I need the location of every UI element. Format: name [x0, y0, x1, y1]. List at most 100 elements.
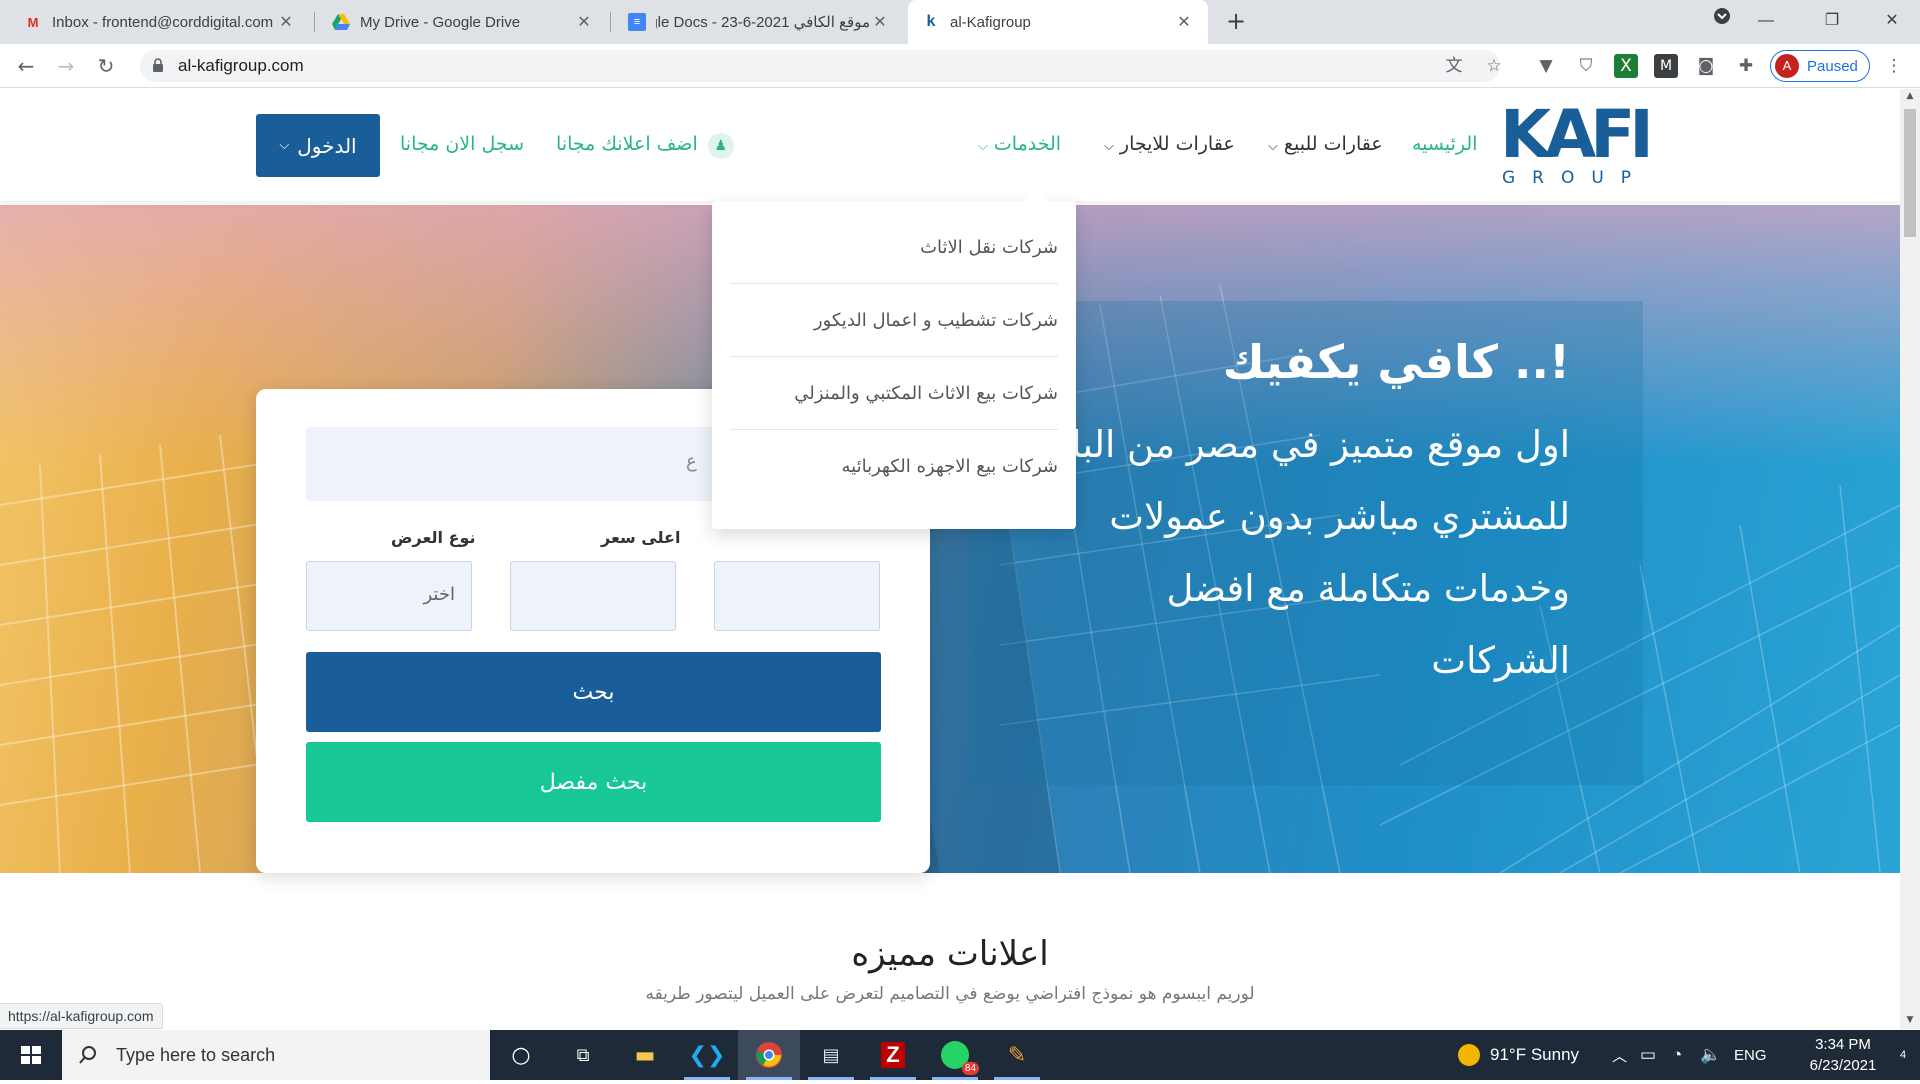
chrome-logo — [756, 1042, 782, 1068]
bookmark-star-icon[interactable]: ☆ — [1482, 54, 1506, 78]
nav-home[interactable]: الرئيسيه — [1412, 133, 1477, 155]
paint-icon[interactable]: ✎ — [986, 1030, 1048, 1080]
profile-button[interactable]: A Paused — [1770, 50, 1870, 82]
advanced-search-button[interactable]: بحث مفصل — [306, 742, 881, 822]
extension-m-icon[interactable]: M — [1654, 54, 1678, 78]
close-icon[interactable]: ✕ — [870, 12, 890, 32]
drive-icon — [332, 13, 350, 31]
start-button[interactable] — [0, 1030, 62, 1080]
minimize-button[interactable]: — — [1742, 6, 1790, 36]
nav-sale[interactable]: ⌵ عقارات للبيع — [1262, 133, 1383, 155]
add-user-icon: ♟ — [707, 133, 734, 159]
tab-gmail[interactable]: M Inbox - frontend@corddigital.com ✕ — [10, 0, 310, 44]
services-menu-item[interactable]: شركات نقل الاثاث — [730, 211, 1058, 284]
nav-register[interactable]: سجل الان مجانا — [400, 133, 524, 155]
menu-item-label: شركات نقل الاثاث — [920, 237, 1058, 258]
nav-rent[interactable]: ⌵ عقارات للايجار — [1098, 133, 1235, 155]
nav-sale-label: عقارات للبيع — [1283, 133, 1383, 155]
vscode-icon[interactable]: ❮❯ — [676, 1030, 738, 1080]
nav-rent-label: عقارات للايجار — [1119, 133, 1235, 155]
status-url: https://al-kafigroup.com — [8, 1008, 154, 1024]
language-indicator[interactable]: ENG — [1734, 1030, 1767, 1080]
featured-subtitle: لوريم ايبسوم هو نموذج افتراضي يوضع في ال… — [645, 984, 1255, 1004]
offer-type-select[interactable]: اختر — [306, 561, 472, 631]
min-price-input[interactable] — [714, 561, 880, 631]
restore-button[interactable]: ❐ — [1808, 6, 1856, 36]
app-window-icon[interactable]: ▤ — [800, 1030, 862, 1080]
menu-item-label: شركات بيع الاجهزه الكهربائيه — [841, 456, 1059, 477]
task-view-icon[interactable]: ⧉ — [552, 1030, 614, 1080]
tab-drive[interactable]: My Drive - Google Drive ✕ — [318, 0, 608, 44]
kafi-icon: k — [926, 13, 936, 30]
hero-line-4: الشركات — [1431, 639, 1570, 682]
profile-status: Paused — [1807, 57, 1858, 75]
new-tab-button[interactable]: + — [1222, 8, 1250, 36]
back-button[interactable]: ← — [12, 52, 40, 80]
services-menu-item[interactable]: شركات بيع الاجهزه الكهربائيه — [730, 430, 1059, 503]
browser-tab-strip: M Inbox - frontend@corddigital.com ✕ My … — [0, 0, 1920, 44]
gmail-icon: M — [27, 14, 39, 30]
battery-icon[interactable]: ▭ — [1640, 1030, 1656, 1080]
services-menu-item[interactable]: شركات تشطيب و اعمال الديكور — [730, 284, 1058, 357]
tab-title: al-Kafigroup — [950, 13, 1031, 31]
close-icon[interactable]: ✕ — [276, 12, 296, 32]
translate-icon[interactable]: 文 — [1442, 54, 1466, 78]
volume-icon[interactable]: 🔈 — [1700, 1030, 1721, 1080]
scroll-up-icon[interactable]: ▲ — [1900, 91, 1920, 101]
menu-kebab-icon[interactable]: ⋮ — [1882, 54, 1906, 78]
puzzle-extensions-icon[interactable]: ✚ — [1734, 54, 1758, 78]
close-window-button[interactable]: ✕ — [1868, 6, 1916, 36]
nav-add-ad-label: اضف اعلانك مجانا — [556, 133, 698, 155]
tab-search-button[interactable] — [1698, 6, 1746, 36]
address-bar[interactable]: al-kafigroup.com — [140, 50, 1500, 82]
login-button[interactable]: ⌵ الدخول — [256, 114, 380, 177]
clock-time: 3:34 PM — [1815, 1036, 1871, 1053]
extension-vue-icon[interactable]: ▼ — [1534, 54, 1558, 78]
close-icon[interactable]: ✕ — [574, 12, 594, 32]
kafi-logo[interactable]: KAFI GROUP — [1498, 95, 1648, 187]
hero-line-3: وخدمات متكاملة مع افضل — [1166, 567, 1570, 610]
lock-icon — [153, 58, 163, 72]
url-text: al-kafigroup.com — [178, 56, 304, 75]
services-menu-item[interactable]: شركات بيع الاثاث المكتبي والمنزلي — [730, 357, 1058, 430]
search-icon — [79, 1046, 96, 1064]
whatsapp-icon[interactable]: 84 — [924, 1030, 986, 1080]
filezilla-icon[interactable]: Z — [862, 1030, 924, 1080]
search-input-text: ع — [686, 451, 697, 472]
wifi-icon[interactable]: ◔ — [1672, 1030, 1682, 1080]
clock-date: 6/23/2021 — [1809, 1057, 1877, 1074]
scroll-down-icon[interactable]: ▼ — [1900, 1015, 1920, 1025]
close-icon[interactable]: ✕ — [1174, 12, 1194, 32]
notification-center-icon[interactable]: 4 — [1900, 1030, 1906, 1080]
link-status-bar: https://al-kafigroup.com — [0, 1003, 163, 1029]
tab-kafi[interactable]: k al-Kafigroup ✕ — [908, 0, 1208, 44]
tab-docs[interactable]: ≡ موقع الكافي 2021-6-23 - Google Docs ✕ — [614, 0, 904, 44]
search-button[interactable]: بحث — [306, 652, 881, 732]
camera-icon[interactable]: ◙ — [1694, 54, 1718, 78]
extension-shield-icon[interactable]: ⛉ — [1574, 54, 1598, 78]
nav-add-ad[interactable]: اضف اعلانك مجانا ♟ — [556, 133, 734, 159]
tab-title: Inbox - frontend@corddigital.com — [52, 13, 274, 31]
chevron-up-icon[interactable]: ︿ — [1612, 1030, 1627, 1080]
cortana-icon[interactable]: ○ — [490, 1030, 552, 1080]
page-scrollbar[interactable]: ▲ ▼ — [1900, 89, 1920, 1029]
weather-text: 91°F Sunny — [1490, 1045, 1580, 1064]
weather-widget[interactable]: 91°F Sunny — [1458, 1030, 1579, 1080]
file-explorer-icon[interactable]: ▬ — [614, 1030, 676, 1080]
max-price-input[interactable] — [510, 561, 676, 631]
scrollbar-thumb[interactable] — [1904, 109, 1916, 237]
nav-services-label: الخدمات — [993, 133, 1062, 155]
reload-button[interactable]: ↻ — [92, 52, 120, 80]
taskbar-search-box[interactable]: Type here to search — [62, 1030, 490, 1080]
services-dropdown: شركات نقل الاثاث شركات تشطيب و اعمال الد… — [712, 186, 1076, 529]
extension-excel-icon[interactable]: X — [1614, 54, 1638, 78]
nav-register-label: سجل الان مجانا — [400, 133, 525, 155]
taskbar-clock[interactable]: 3:34 PM 6/23/2021 — [1788, 1034, 1898, 1076]
language-text: ENG — [1734, 1046, 1767, 1064]
max-price-label: اعلى سعر — [601, 528, 681, 547]
chrome-icon[interactable] — [738, 1030, 800, 1080]
forward-button[interactable]: → — [52, 52, 80, 80]
nav-services[interactable]: ⌵ الخدمات — [972, 133, 1061, 155]
nav-home-label: الرئيسيه — [1412, 133, 1478, 155]
taskbar-search-placeholder: Type here to search — [116, 1044, 276, 1065]
